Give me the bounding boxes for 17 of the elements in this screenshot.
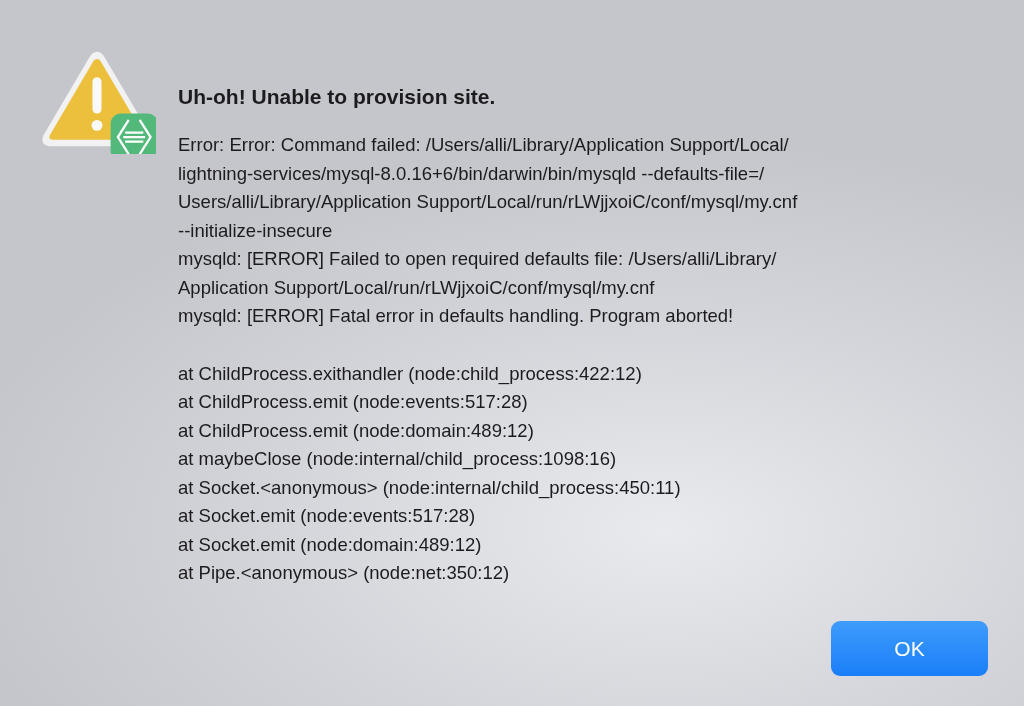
stack-trace-line: at ChildProcess.emit (node:events:517:28): [178, 390, 529, 414]
error-message-line: mysqld: [ERROR] Fatal error in defaults handling. Program aborted!: [178, 304, 735, 328]
stack-trace-line: at ChildProcess.exithandler (node:child_process:422:12): [178, 361, 643, 387]
error-message-line: lightning-services/mysql-8.0.16+6/bin/darwin/bin/mysqld --defaults-file=/: [178, 161, 766, 186]
stack-trace-line: at Pipe.<anonymous> (node:net:350:12): [178, 561, 511, 585]
ok-button[interactable]: OK: [831, 621, 988, 676]
stack-trace-line: at Socket.<anonymous> (node:internal/child_process:450:11): [178, 475, 682, 501]
stack-trace-line: at maybeClose (node:internal/child_process:1098:16): [178, 447, 618, 472]
error-message-line: Application Support/Local/run/rLWjjxoiC/conf/mysql/my.cnf: [178, 275, 656, 300]
stack-trace-line: at Socket.emit (node:domain:489:12): [178, 532, 483, 557]
dialog-title: Uh-oh! Unable to provision site.: [178, 85, 497, 109]
stack-trace-line: at ChildProcess.emit (node:domain:489:12): [178, 418, 535, 443]
error-message-line: mysqld: [ERROR] Failed to open required defaults file: /Users/alli/Library/: [178, 247, 778, 271]
stack-trace-line: at Socket.emit (node:events:517:28): [178, 504, 477, 528]
error-message-line: Users/alli/Library/Application Support/Local/run/rLWjjxoiC/conf/mysql/my.cnf: [178, 190, 799, 214]
error-message-line: --initialize-insecure: [178, 218, 334, 243]
error-message-line: Error: Error: Command failed: /Users/alli/Library/Application Support/Local/: [178, 133, 790, 157]
